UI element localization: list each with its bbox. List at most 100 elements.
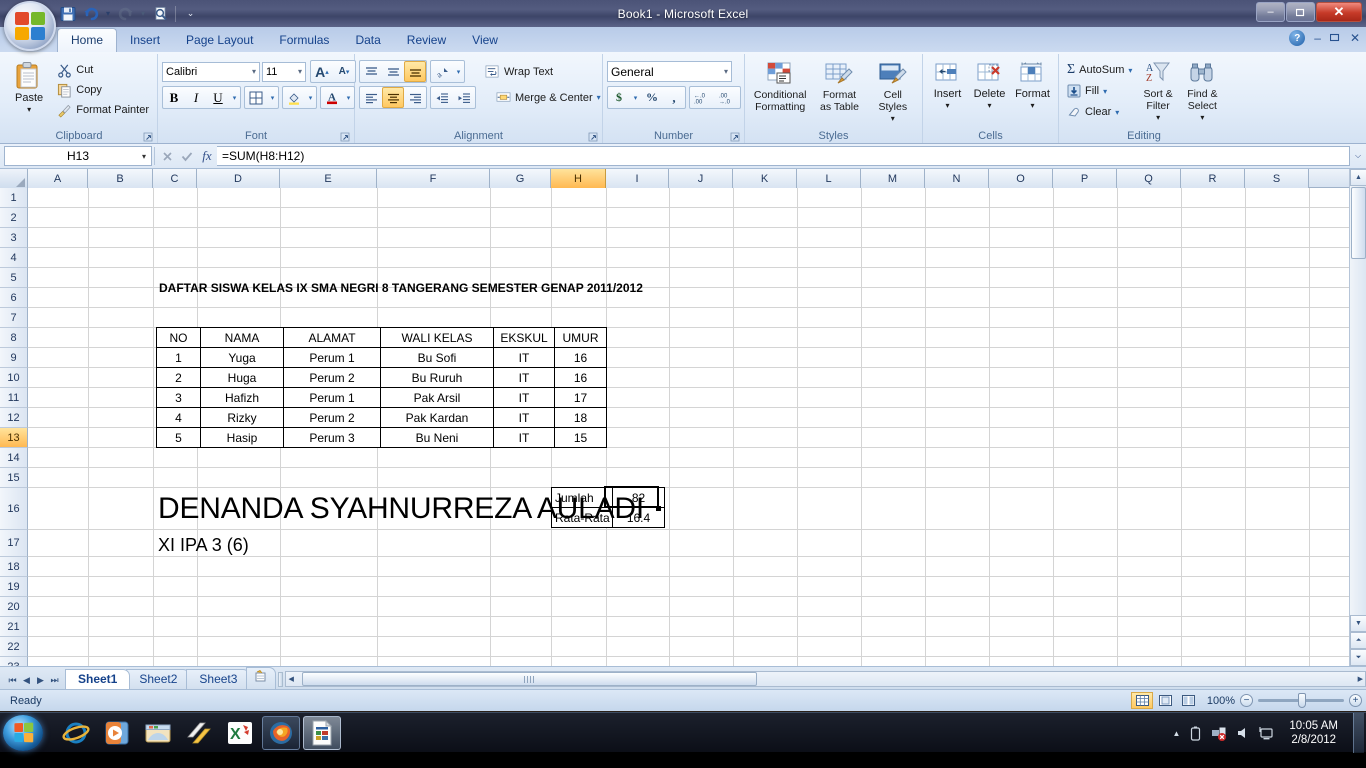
vertical-scroll-thumb[interactable] (1351, 187, 1366, 259)
sort-filter-button[interactable]: A Z Sort & Filter ▾ (1136, 59, 1179, 126)
vertical-scrollbar[interactable]: ▲ ▼ ⏶ ⏷ (1349, 169, 1366, 666)
align-middle-button[interactable] (382, 61, 404, 82)
row-header-12[interactable]: 12 (0, 408, 28, 428)
row-header-6[interactable]: 6 (0, 288, 28, 308)
row-header-1[interactable]: 1 (0, 188, 28, 208)
conditional-formatting-button[interactable]: Conditional Formatting (749, 59, 811, 115)
column-header-Q[interactable]: Q (1117, 169, 1181, 188)
row-header-18[interactable]: 18 (0, 557, 28, 577)
column-header-R[interactable]: R (1181, 169, 1245, 188)
align-center-button[interactable] (382, 87, 404, 108)
row-header-7[interactable]: 7 (0, 308, 28, 328)
show-desktop-button[interactable] (1353, 713, 1364, 753)
column-header-M[interactable]: M (861, 169, 925, 188)
find-select-dropdown-icon[interactable]: ▾ (1200, 112, 1204, 124)
excel-icon[interactable]: X (221, 716, 259, 750)
grid-cells[interactable]: DAFTAR SISWA KELAS IX SMA NEGRI 8 TANGER… (28, 188, 1366, 666)
insert-worksheet-button[interactable] (246, 667, 277, 689)
font-name-input[interactable]: Calibri ▾ (162, 61, 260, 82)
column-header-F[interactable]: F (377, 169, 490, 188)
insert-cells-dropdown-icon[interactable]: ▾ (946, 100, 950, 112)
paste-dropdown-icon[interactable]: ▾ (27, 104, 31, 116)
print-preview-icon[interactable] (150, 4, 171, 24)
column-header-D[interactable]: D (197, 169, 280, 188)
column-header-G[interactable]: G (490, 169, 551, 188)
format-cells-dropdown-icon[interactable]: ▾ (1031, 100, 1035, 112)
row-header-23[interactable]: 23 (0, 657, 28, 666)
tab-formulas[interactable]: Formulas (266, 29, 342, 52)
excel-document-icon[interactable] (303, 715, 341, 750)
tab-data[interactable]: Data (342, 29, 393, 52)
ribbon-restore-icon[interactable] (1329, 31, 1341, 45)
row-header-4[interactable]: 4 (0, 248, 28, 268)
office-button[interactable] (4, 1, 56, 51)
sheet-tab-sheet1[interactable]: Sheet1 (65, 669, 131, 689)
last-sheet-button[interactable]: ⏭ (48, 675, 61, 686)
expand-formula-bar-icon[interactable]: ⌵ (1350, 151, 1366, 161)
zoom-in-button[interactable]: + (1349, 694, 1362, 707)
increase-indent-button[interactable] (453, 87, 475, 108)
cell-styles-button[interactable]: Cell Styles ▾ (868, 59, 918, 127)
horizontal-scrollbar[interactable]: ◀ ▶ (285, 671, 1366, 687)
decrease-indent-button[interactable] (431, 87, 453, 108)
zoom-out-button[interactable]: − (1240, 694, 1253, 707)
increase-decimal-button[interactable]: ←.0 .00 (690, 87, 715, 108)
font-color-dropdown-icon[interactable]: ▾ (343, 87, 354, 108)
number-dialog-launcher[interactable] (730, 132, 741, 143)
clipboard-dialog-launcher[interactable] (143, 132, 154, 143)
row-header-9[interactable]: 9 (0, 348, 28, 368)
file-explorer-icon[interactable] (139, 716, 177, 750)
media-player-icon[interactable] (98, 716, 136, 750)
column-header-S[interactable]: S (1245, 169, 1309, 188)
fill-color-button[interactable] (283, 87, 305, 108)
cancel-formula-button[interactable] (157, 146, 177, 166)
fill-button[interactable]: Fill ▾ (1063, 81, 1136, 101)
customize-qat-icon[interactable]: ⌄ (180, 4, 201, 24)
select-all-button[interactable] (0, 169, 28, 188)
borders-dropdown-icon[interactable]: ▾ (267, 87, 278, 108)
row-header-2[interactable]: 2 (0, 208, 28, 228)
clock[interactable]: 10:05 AM 2/8/2012 (1283, 719, 1344, 747)
cell-styles-dropdown-icon[interactable]: ▾ (891, 113, 895, 125)
battery-icon[interactable] (1189, 726, 1202, 741)
align-right-button[interactable] (404, 87, 426, 108)
column-header-K[interactable]: K (733, 169, 797, 188)
first-sheet-button[interactable]: ⏮ (6, 675, 19, 686)
scroll-right-button[interactable]: ▶ (1358, 675, 1363, 683)
delete-cells-dropdown-icon[interactable]: ▾ (988, 100, 992, 112)
decrease-decimal-button[interactable]: .00 →.0 (715, 87, 740, 108)
number-format-select[interactable]: General ▾ (607, 61, 732, 82)
volume-icon[interactable] (1236, 726, 1250, 740)
minimize-button[interactable]: – (1256, 2, 1285, 22)
tab-review[interactable]: Review (394, 29, 459, 52)
column-header-L[interactable]: L (797, 169, 861, 188)
scroll-up-button[interactable]: ▲ (1350, 169, 1366, 186)
clear-dropdown-icon[interactable]: ▾ (1115, 108, 1119, 117)
zoom-slider-track[interactable] (1258, 693, 1344, 708)
tab-home[interactable]: Home (57, 28, 118, 52)
paste-button[interactable]: Paste ▾ (5, 58, 53, 118)
page-break-view-button[interactable] (1177, 692, 1199, 709)
redo-dropdown-icon[interactable]: ▾ (138, 4, 148, 24)
column-header-J[interactable]: J (669, 169, 733, 188)
ribbon-minimize-icon[interactable]: – (1314, 31, 1321, 45)
next-sheet-button[interactable]: ▶ (34, 675, 47, 686)
row-header-10[interactable]: 10 (0, 368, 28, 388)
sort-filter-dropdown-icon[interactable]: ▾ (1156, 112, 1160, 124)
sheet-tab-sheet3[interactable]: Sheet3 (186, 669, 251, 689)
row-header-8[interactable]: 8 (0, 328, 28, 348)
previous-page-button[interactable]: ⏶ (1350, 632, 1366, 649)
close-button[interactable]: ✕ (1316, 2, 1362, 22)
scroll-left-button[interactable]: ◀ (288, 675, 293, 683)
tab-split-handle[interactable] (278, 671, 284, 687)
insert-cells-button[interactable]: Insert ▾ (927, 59, 968, 114)
row-header-21[interactable]: 21 (0, 617, 28, 637)
currency-dropdown-icon[interactable]: ▾ (630, 87, 641, 108)
row-header-15[interactable]: 15 (0, 468, 28, 488)
find-select-button[interactable]: Find & Select ▾ (1180, 59, 1225, 126)
tab-insert[interactable]: Insert (117, 29, 173, 52)
column-header-C[interactable]: C (153, 169, 197, 188)
merge-center-button[interactable]: Merge & Center ▾ (492, 88, 605, 108)
cut-button[interactable]: Cut (53, 60, 153, 80)
percent-button[interactable]: % (641, 87, 663, 108)
